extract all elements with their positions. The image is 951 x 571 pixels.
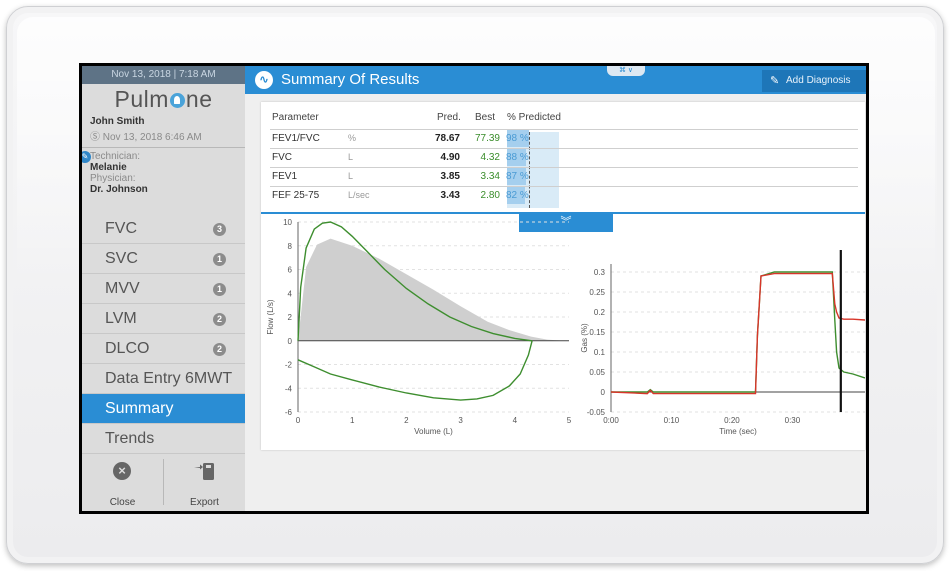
y-tick-label: 2 <box>288 313 293 322</box>
y-tick-label: -6 <box>285 408 293 417</box>
sidebar: Nov 13, 2018 | 7:18 AM Pulm ne John Smith… <box>82 66 245 511</box>
gas-concentration-chart: 0.30.250.20.150.10.050-0.050:00 0:10 0:20 0… <box>581 250 865 436</box>
export-usb-icon <box>194 463 214 480</box>
x-axis-label: Time (sec) <box>719 427 757 436</box>
pulse-icon: ∿ <box>255 71 273 89</box>
col-header-pct-predicted: % Predicted <box>507 112 561 123</box>
count-badge: 2 <box>213 343 226 356</box>
count-badge: 1 <box>213 283 226 296</box>
physician-label: Physician: <box>90 173 136 184</box>
x-tick-label: 2 <box>404 416 409 425</box>
sidebar-menu: FVC 3 SVC 1 MVV 1 LVM 2 DLCO 2 Data Entry 6MW… <box>82 214 245 454</box>
col-header-best: Best <box>475 112 496 123</box>
edit-pen-icon[interactable]: ✎ <box>82 151 91 163</box>
datetime: Nov 13, 2018 | 7:18 AM <box>82 66 245 84</box>
sidebar-item-trends[interactable]: Trends <box>82 424 245 454</box>
pulmone-logo: Pulm ne <box>114 86 213 112</box>
y-tick-label: 0.15 <box>589 328 605 337</box>
y-tick-label: 0 <box>601 388 606 397</box>
x-tick-label: 5 <box>567 416 572 425</box>
table-row: FEV1/FVC% 78.67 77.39 98 % <box>270 129 858 147</box>
patient-info: John Smith Ⓢ Nov 13, 2018 6:46 AM <box>82 114 245 148</box>
x-tick-label: 4 <box>513 416 518 425</box>
count-badge: 2 <box>213 313 226 326</box>
results-panel: Parameter Pred. Best % Predicted FEV1/FV… <box>261 102 865 450</box>
col-header-pred: Pred. <box>437 112 461 123</box>
sidebar-actions: × Close Export <box>82 451 245 511</box>
main-content: ∿ Summary Of Results ⌘ ∨ ✎ Add Diagnosis… <box>245 66 866 511</box>
header-bar: ∿ Summary Of Results ⌘ ∨ ✎ Add Diagnosis <box>245 66 866 94</box>
y-tick-label: -4 <box>285 384 293 393</box>
col-header-parameter: Parameter <box>272 112 319 123</box>
y-tick-label: 0.25 <box>589 288 605 297</box>
x-tick-label: 0:10 <box>664 416 680 425</box>
sidebar-item-fvc[interactable]: FVC 3 <box>82 214 245 244</box>
test-date: Ⓢ Nov 13, 2018 6:46 AM <box>90 132 202 143</box>
count-badge: 3 <box>213 223 226 236</box>
y-tick-label: 10 <box>283 218 292 227</box>
y-tick-label: 0 <box>288 337 293 346</box>
inspiratory-curve <box>297 340 533 401</box>
x-tick-label: 0:00 <box>603 416 619 425</box>
sidebar-item-6mwt[interactable]: Data Entry 6MWT <box>82 364 245 394</box>
predicted-area <box>298 238 564 341</box>
x-tick-label: 0:20 <box>724 416 740 425</box>
x-tick-label: 0 <box>296 416 301 425</box>
table-row: FEF 25-75 L/sec 3.43 2.80 82 % <box>270 186 858 204</box>
collapse-header-tab[interactable]: ⌘ ∨ <box>607 66 645 76</box>
technician-label: Technician: <box>90 151 141 162</box>
app-screen: Nov 13, 2018 | 7:18 AM Pulm ne John Smith… <box>79 63 869 514</box>
y-tick-label: 6 <box>288 266 293 275</box>
page-title: Summary Of Results <box>281 71 420 88</box>
logo-lung-icon <box>169 93 185 108</box>
y-tick-label: 8 <box>288 242 293 251</box>
staff-info[interactable]: ✎ Technician: Melanie Physician: Dr. Joh… <box>82 148 245 198</box>
table-row: FVC L 4.90 4.32 88 % <box>270 148 858 166</box>
export-button[interactable]: Export <box>164 451 245 511</box>
flow-volume-chart: 1086420-2-4-60 1 2 3 4 5Volume (L)Flow (L/s) <box>266 218 572 436</box>
count-badge: 1 <box>213 253 226 266</box>
sidebar-item-svc[interactable]: SVC 1 <box>82 244 245 274</box>
y-axis-label: Gas (%) <box>581 323 589 353</box>
x-tick-label: 3 <box>458 416 463 425</box>
sidebar-item-dlco[interactable]: DLCO 2 <box>82 334 245 364</box>
sidebar-item-lvm[interactable]: LVM 2 <box>82 304 245 334</box>
y-axis-label: Flow (L/s) <box>266 299 275 334</box>
pencil-icon: ✎ <box>770 75 780 87</box>
x-tick-label: 0:30 <box>785 416 801 425</box>
y-tick-label: 0.1 <box>594 348 606 357</box>
y-tick-label: -2 <box>285 361 293 370</box>
physician-name: Dr. Johnson <box>90 184 148 195</box>
y-tick-label: 0.2 <box>594 308 606 317</box>
y-tick-label: 0.3 <box>594 268 606 277</box>
close-button[interactable]: × Close <box>82 451 163 511</box>
x-tick-label: 1 <box>350 416 355 425</box>
sidebar-item-summary[interactable]: Summary <box>82 394 245 424</box>
y-tick-label: 4 <box>288 289 293 298</box>
x-axis-label: Volume (L) <box>414 427 453 436</box>
technician-name: Melanie <box>90 162 127 173</box>
add-diagnosis-button[interactable]: ✎ Add Diagnosis <box>762 70 866 92</box>
patient-name: John Smith <box>90 116 145 127</box>
y-tick-label: 0.05 <box>589 368 605 377</box>
sidebar-item-mvv[interactable]: MVV 1 <box>82 274 245 304</box>
table-row: FEV1 L 3.85 3.34 87 % <box>270 167 858 185</box>
close-icon: × <box>113 462 131 480</box>
results-table: Parameter Pred. Best % Predicted FEV1/FV… <box>261 102 865 212</box>
